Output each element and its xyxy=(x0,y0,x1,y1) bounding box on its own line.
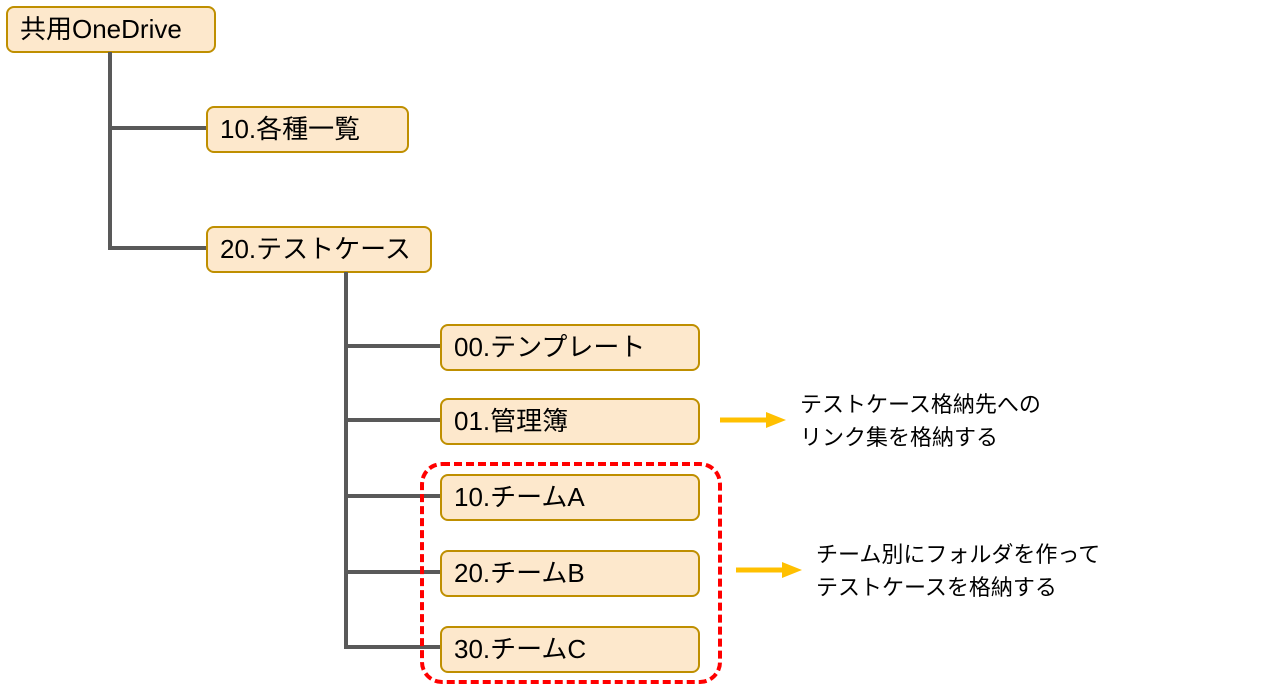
folder-root-label: 共用OneDrive xyxy=(20,14,182,44)
folder-20-01-label: 01.管理簿 xyxy=(454,406,568,436)
connector xyxy=(108,126,206,130)
folder-20-label: 20.テストケース xyxy=(220,234,411,264)
arrow-icon xyxy=(720,412,786,428)
annotation-teams-line2: テストケースを格納する xyxy=(816,575,1057,600)
annotation-management: テストケース格納先への リンク集を格納する xyxy=(800,388,1041,454)
arrow-icon xyxy=(736,562,802,578)
annotation-management-line2: リンク集を格納する xyxy=(800,425,998,450)
folder-10-label: 10.各種一覧 xyxy=(220,114,360,144)
team-group-box xyxy=(420,462,722,684)
connector xyxy=(344,344,440,348)
folder-20: 20.テストケース xyxy=(206,226,432,273)
folder-20-01: 01.管理簿 xyxy=(440,398,700,445)
folder-20-00: 00.テンプレート xyxy=(440,324,700,371)
annotation-teams: チーム別にフォルダを作って テストケースを格納する xyxy=(816,538,1100,604)
folder-20-00-label: 00.テンプレート xyxy=(454,332,645,362)
folder-root: 共用OneDrive xyxy=(6,6,216,53)
connector xyxy=(108,52,112,249)
connector xyxy=(344,418,440,422)
folder-10: 10.各種一覧 xyxy=(206,106,409,153)
annotation-management-line1: テストケース格納先への xyxy=(800,392,1041,417)
annotation-teams-line1: チーム別にフォルダを作って xyxy=(816,542,1100,567)
connector xyxy=(108,246,206,250)
connector xyxy=(344,272,348,648)
